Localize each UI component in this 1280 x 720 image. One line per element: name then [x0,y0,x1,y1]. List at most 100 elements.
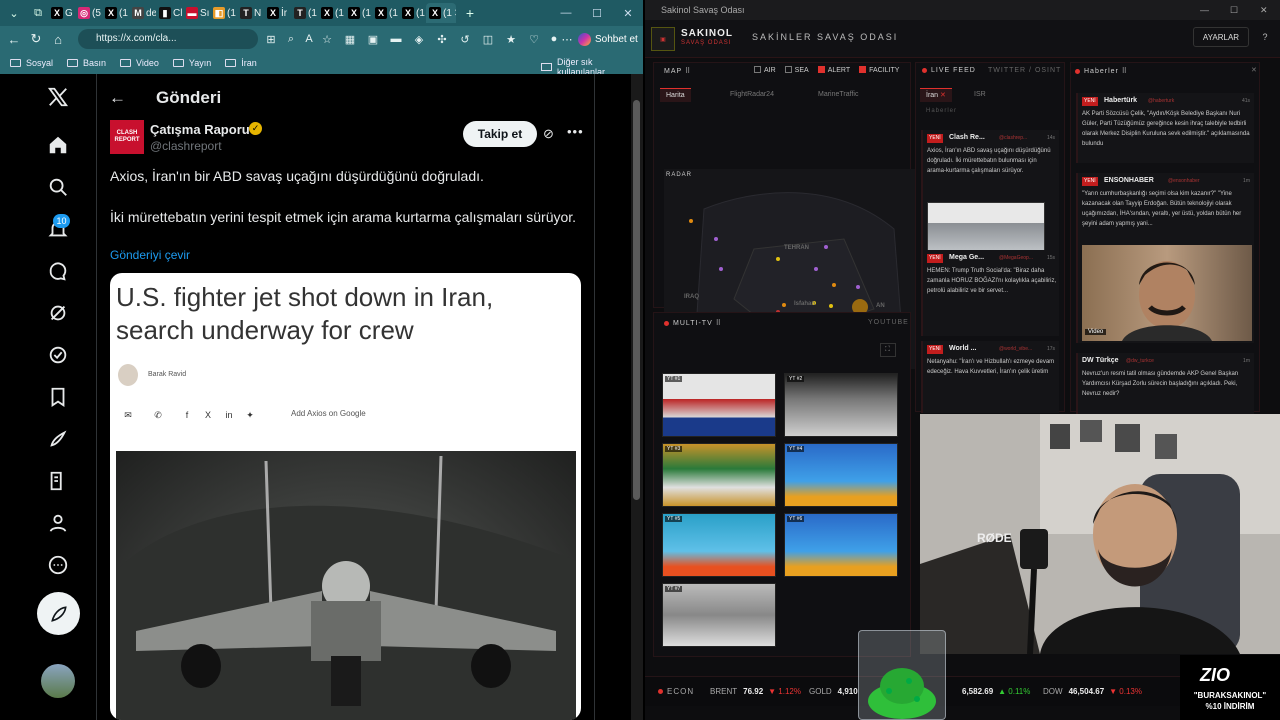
profile-icon[interactable] [45,510,71,536]
maximize-icon[interactable]: ☐ [586,3,608,23]
filter-alert[interactable]: ALERT [817,66,850,74]
more-options-icon[interactable] [45,552,71,578]
browser-tab[interactable]: ▬ Sı [183,3,210,23]
more-icon[interactable]: ⋯ [559,31,575,47]
checkbox-icon[interactable] [754,66,761,73]
x-logo-icon[interactable] [45,84,71,110]
back-arrow-icon[interactable]: ← [109,88,126,108]
articles-icon[interactable] [45,468,71,494]
checkbox-icon[interactable] [784,66,792,73]
verified-icon[interactable] [45,342,71,368]
split-screen-icon[interactable]: ◫ [480,31,496,47]
back-icon[interactable]: ← [3,28,25,50]
facebook-icon[interactable]: f [181,410,193,422]
extension-icon[interactable]: ◈ [411,31,427,47]
help-icon[interactable]: ? [1255,27,1275,47]
refresh-icon[interactable]: ↻ [25,28,47,50]
browser-tab[interactable]: T (1 [291,3,318,23]
map-tab[interactable]: FlightRadar24 [724,88,780,102]
filter-air[interactable]: AIR [754,66,776,74]
bookmark-folder[interactable]: Yayın [172,58,211,68]
bookmark-folder[interactable]: Sosyal [10,58,53,68]
bookmark-folder[interactable]: Basın [67,58,106,68]
news-item[interactable]: YENİ ENSONHABER @ensonhaber 1m "Yarın cumhur… [1076,173,1254,343]
follow-button[interactable]: Takip et [463,121,537,147]
article-card[interactable]: U.S. fighter jet shot down in Iran, sear… [110,273,581,720]
zoom-icon[interactable]: ⌕ [283,31,299,47]
browser-tab[interactable]: TN [237,3,264,23]
rocket-icon[interactable] [45,426,71,452]
feed-item[interactable]: YENİ Mega Ge... @MegaGeop... 15s HEMEN: Trum… [921,250,1059,336]
browser-tab[interactable]: X (1 [102,3,129,23]
browser-tab[interactable]: X (1 [372,3,399,23]
browser-tab[interactable]: X (1 [399,3,426,23]
extension-icon[interactable]: ▣ [365,31,381,47]
explore-icon[interactable] [45,174,71,200]
grok-icon[interactable]: ⊘ [543,126,554,142]
favorite-icon[interactable]: ☆ [319,31,335,47]
linkedin-icon[interactable]: in [223,410,235,422]
tv-channel[interactable]: YT #6 [784,513,898,577]
tab-actions-icon[interactable]: ⌄ [4,3,24,23]
grid-icon[interactable]: ⊞ [263,31,279,47]
browser-tab[interactable]: X İr [264,3,291,23]
minimize-icon[interactable]: — [555,3,577,23]
tab-iran[interactable]: İran ✕ [920,88,952,102]
maximize-icon[interactable]: ☐ [1230,0,1238,20]
translate-link[interactable]: Gönderiyi çevir [110,248,190,262]
tab-isr[interactable]: ISR [968,88,992,102]
feed-item[interactable]: YENİ World ... @world_vibe... 17s Netanyahu:… [921,341,1059,413]
author-name[interactable]: Çatışma Raporu [150,122,250,137]
extension-icon[interactable]: ✣ [434,31,450,47]
tv-channel[interactable]: YT #3 [662,443,776,507]
scroll-thumb[interactable] [633,100,640,500]
bookmarks-icon[interactable] [45,384,71,410]
map-tab[interactable]: Harita [660,88,691,102]
checkbox-icon[interactable] [859,66,867,73]
bookmark-folder[interactable]: Video [120,58,159,68]
map-tab[interactable]: MarineTraffic [812,88,864,102]
browser-tab[interactable]: Mde [129,3,156,23]
browser-tab[interactable]: X(1✕ [426,3,456,23]
map-marker[interactable] [824,245,828,249]
favorites-icon[interactable]: ★ [503,31,519,47]
author-avatar[interactable]: CLASH REPORT [110,120,144,154]
workspaces-icon[interactable]: ⧉ [28,3,48,23]
map-marker[interactable] [832,283,836,287]
filter-sea[interactable]: SEA [784,66,809,74]
close-tab-icon[interactable]: ✕ [454,8,456,19]
tv-channel[interactable]: YT #4 [784,443,898,507]
minimize-icon[interactable]: — [1200,0,1209,20]
new-tab-icon[interactable]: + [460,3,480,23]
author-handle[interactable]: @clashreport [150,139,222,153]
fullscreen-icon[interactable]: ⛶ [880,343,896,357]
checkbox-icon[interactable] [817,66,825,73]
home-icon[interactable] [45,132,71,158]
copilot-button[interactable]: Sohbet et [578,30,638,48]
tv-channel[interactable]: YT #2 [784,373,898,437]
news-item[interactable]: DW Türkçe @dw_turkce 1m Nevruz'un resmi tat… [1076,353,1254,423]
refresh-extension-icon[interactable]: ↺ [457,31,473,47]
map-marker[interactable] [689,219,693,223]
map-marker[interactable] [856,285,860,289]
browser-tab[interactable]: X (1 [345,3,372,23]
map-marker[interactable] [776,257,780,261]
bluesky-icon[interactable]: ✦ [244,410,256,422]
map-marker[interactable] [714,237,718,241]
feed-item[interactable]: YENİ Clash Re... @clashrep... 14s Axios, İra… [921,130,1059,270]
filter-facility[interactable]: FACILITY [859,66,899,74]
map-marker[interactable] [814,267,818,271]
tv-channel[interactable]: YT #1 [662,373,776,437]
browser-tab[interactable]: ▮ Cl [156,3,183,23]
phone-icon[interactable]: ✆ [152,410,164,422]
add-axios-button[interactable]: Add Axios on Google [276,405,372,423]
messages-icon[interactable] [45,258,71,284]
more-icon[interactable]: ••• [567,124,584,139]
read-aloud-icon[interactable]: A [301,31,317,47]
x-share-icon[interactable]: X [202,410,214,422]
account-avatar[interactable] [41,664,75,698]
collections-icon[interactable]: ♡ [526,31,542,47]
news-item[interactable]: YENİ Habertürk @haberturk 41s AK Parti Sözcü… [1076,93,1254,163]
browser-tab[interactable]: X (1 [318,3,345,23]
close-window-icon[interactable]: ✕ [1260,0,1268,20]
